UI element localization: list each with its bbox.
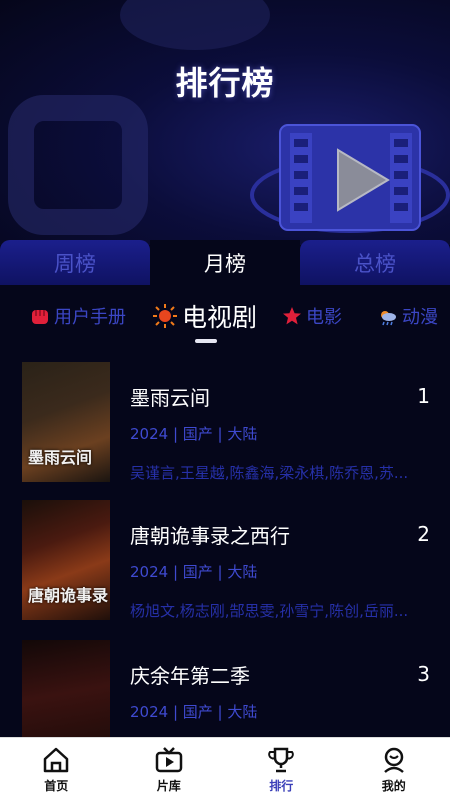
video-player-illustration [250,124,450,233]
nav-label: 排行 [269,778,294,793]
nav-profile[interactable]: 我的 [338,738,450,800]
nav-library[interactable]: 片库 [113,738,226,800]
poster-caption: 唐朝诡事录 [28,586,109,605]
category-bar: 用户手册 电视剧 电影 动漫 [0,296,450,336]
decorative-blob [120,0,270,50]
nav-ranking[interactable]: 排行 [225,738,338,800]
active-category-indicator [195,339,217,343]
item-meta: 2024 | 国产 | 大陆 [130,425,258,443]
tv-icon [155,746,182,772]
sun-icon [153,304,177,328]
home-icon [44,747,69,772]
header-banner: 排行榜 [0,0,450,245]
item-title: 墨雨云间 [130,386,210,410]
cloud-rain-icon [381,311,396,326]
tab-monthly[interactable]: 月榜 [150,240,300,285]
item-rank: 1 [417,384,430,408]
category-label: 动漫 [402,307,438,328]
star-icon [283,307,301,325]
user-icon [383,747,404,773]
category-anime[interactable]: 动漫 [378,296,438,336]
ranking-tabs: 周榜 月榜 总榜 [0,240,450,285]
trophy-icon [268,747,295,772]
fist-icon [32,310,48,324]
item-meta: 2024 | 国产 | 大陆 [130,563,258,581]
category-label: 用户手册 [54,307,126,328]
page-title: 排行榜 [175,64,275,102]
decorative-ring [8,95,148,235]
nav-label: 首页 [44,778,69,793]
nav-home[interactable]: 首页 [0,738,113,800]
category-movie[interactable]: 电影 [282,296,342,336]
item-cast: 杨旭文,杨志刚,郜思雯,孙雪宁,陈创,岳丽... [130,602,409,620]
category-tv-series[interactable]: 电视剧 [152,296,257,336]
item-title: 唐朝诡事录之西行 [130,524,290,548]
tab-overall[interactable]: 总榜 [300,240,450,285]
item-cast: 吴谨言,王星越,陈鑫海,梁永棋,陈乔恩,苏... [130,464,409,482]
tab-weekly[interactable]: 周榜 [0,240,150,285]
nav-label: 我的 [381,778,406,793]
poster-image: 墨雨云间 [22,362,110,482]
nav-label: 片库 [156,778,181,793]
item-meta: 2024 | 国产 | 大陆 [130,703,258,721]
list-item[interactable]: 墨雨云间 墨雨云间 1 2024 | 国产 | 大陆 吴谨言,王星越,陈鑫海,梁… [0,362,450,482]
item-rank: 2 [417,522,430,546]
category-user-manual[interactable]: 用户手册 [30,296,126,336]
poster-image: 唐朝诡事录 [22,500,110,620]
category-label: 电视剧 [182,303,258,332]
bottom-navigation: 首页 片库 排行 我的 [0,737,450,800]
category-label: 电影 [306,307,342,328]
list-item[interactable]: 唐朝诡事录 唐朝诡事录之西行 2 2024 | 国产 | 大陆 杨旭文,杨志刚,… [0,500,450,620]
item-title: 庆余年第二季 [130,664,250,688]
item-rank: 3 [417,662,430,686]
poster-caption: 墨雨云间 [28,448,93,467]
